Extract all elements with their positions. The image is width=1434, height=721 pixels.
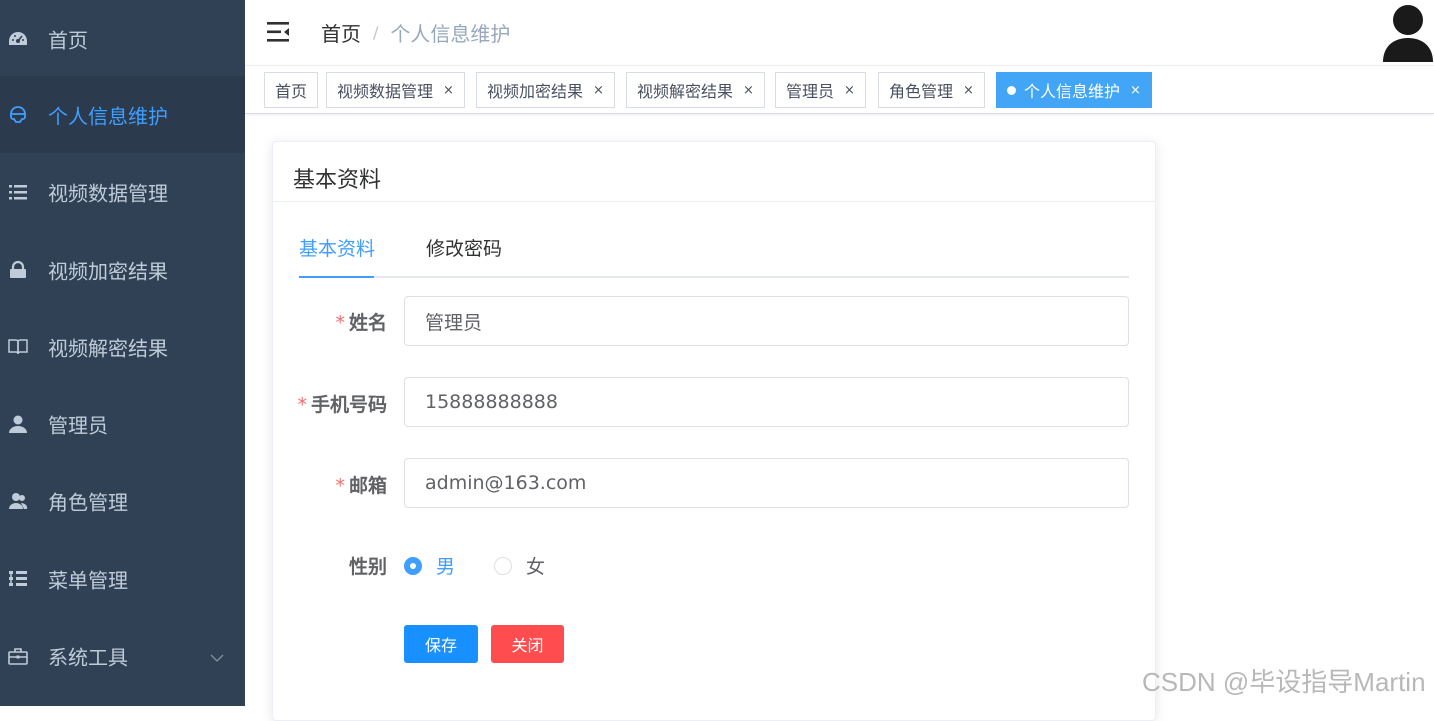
sidebar-item-video-encrypt[interactable]: 视频加密结果 [0,231,245,308]
sidebar-item-label: 视频解密结果 [48,336,168,360]
tag-roles[interactable]: 角色管理 × [878,72,985,108]
profile-tabs: 基本资料 修改密码 [299,234,1129,278]
close-button[interactable]: 关闭 [491,625,564,663]
radio-checked-icon [404,556,422,575]
tag-video-encrypt[interactable]: 视频加密结果 × [476,72,615,108]
hamburger-icon[interactable] [267,20,293,44]
email-label: * 邮箱 [335,471,387,498]
sidebar-item-roles[interactable]: 角色管理 [0,462,245,539]
close-icon[interactable]: × [443,83,454,98]
tag-label: 视频数据管理 [337,82,434,101]
breadcrumb-current: 个人信息维护 [390,22,511,46]
name-label: * 姓名 [335,308,387,335]
sidebar-item-label: 视频加密结果 [48,259,168,283]
gender-label: 性别 [349,552,387,579]
email-value: admin@163.com [425,472,587,494]
sidebar-item-label: 视频数据管理 [48,181,168,205]
close-icon[interactable]: × [593,83,604,98]
phone-value: 15888888888 [425,391,558,413]
save-button[interactable]: 保存 [404,625,478,663]
phone-input[interactable]: 15888888888 [404,377,1129,427]
gender-radio-female[interactable]: 女 [494,552,545,579]
sidebar: 首页 个人信息维护 视频数据管理 视频加密结果 视频解密结果 管理员 角色管理 … [0,0,245,706]
toolbox-icon [8,646,28,666]
breadcrumb-home[interactable]: 首页 [321,18,361,47]
tab-change-password[interactable]: 修改密码 [426,234,502,276]
sidebar-item-menu[interactable]: 菜单管理 [0,540,245,617]
list-icon [8,182,28,202]
profile-card: 基本资料 基本资料 修改密码 * 姓名 管理员 * 手机号码 15888888888… [272,141,1156,721]
name-label-text: 姓名 [348,312,387,334]
card-title: 基本资料 [293,168,382,193]
tab-label: 基本资料 [299,238,376,260]
radio-label: 女 [526,556,546,578]
sidebar-item-video-data[interactable]: 视频数据管理 [0,153,245,230]
breadcrumb-separator: / [373,23,379,42]
sidebar-item-label: 菜单管理 [48,568,128,592]
sidebar-item-label: 管理员 [48,413,108,437]
gender-radio-male[interactable]: 男 [404,552,455,579]
peoples-icon [8,491,28,511]
lock-icon [8,260,28,280]
close-icon[interactable]: × [1130,83,1141,98]
sidebar-item-label: 首页 [48,28,88,52]
sidebar-item-home[interactable]: 首页 [0,0,245,77]
navbar: 首页 / 个人信息维护 [245,0,1434,66]
tag-video-decrypt[interactable]: 视频解密结果 × [626,72,765,108]
phone-label-text: 手机号码 [310,394,387,416]
tree-table-icon [8,569,28,589]
close-icon[interactable]: × [963,83,974,98]
tag-profile[interactable]: 个人信息维护 × [996,72,1152,108]
required-mark: * [297,394,307,416]
email-label-text: 邮箱 [348,475,387,497]
sidebar-item-label: 个人信息维护 [48,104,168,128]
sidebar-item-system-tools[interactable]: 系统工具 [0,617,245,694]
required-mark: * [335,475,345,497]
tag-home[interactable]: 首页 [264,72,319,108]
tab-label: 修改密码 [426,238,503,260]
card-header: 基本资料 [273,142,1155,202]
sidebar-item-profile[interactable]: 个人信息维护 [0,76,245,153]
tab-active-bar [299,276,374,278]
dashboard-icon [8,29,28,49]
email-input[interactable]: admin@163.com [404,458,1129,508]
close-button-label: 关闭 [511,636,544,655]
radio-unchecked-icon [494,556,512,575]
close-icon[interactable]: × [844,83,855,98]
tags-view: 首页 视频数据管理 × 视频加密结果 × 视频解密结果 × 管理员 × 角色管理… [245,66,1434,114]
tag-admin[interactable]: 管理员 × [775,72,866,108]
tag-label: 视频解密结果 [637,82,734,101]
phone-label: * 手机号码 [297,390,387,417]
name-input[interactable]: 管理员 [404,296,1129,346]
required-mark: * [335,312,345,334]
sidebar-item-label: 系统工具 [48,645,128,669]
active-dot-icon [1007,85,1016,95]
user-icon [8,414,28,434]
tag-label: 首页 [275,82,308,101]
sidebar-item-admin[interactable]: 管理员 [0,385,245,462]
save-button-label: 保存 [424,636,457,655]
avatar[interactable] [1381,2,1434,62]
tab-basic-info[interactable]: 基本资料 [299,234,376,278]
book-icon [8,337,28,357]
breadcrumb: 首页 / 个人信息维护 [321,18,510,47]
tag-label: 视频加密结果 [487,82,584,101]
close-icon[interactable]: × [743,83,754,98]
tag-label: 管理员 [786,82,835,101]
user-profile-icon [8,105,28,125]
tag-video-data[interactable]: 视频数据管理 × [326,72,465,108]
gender-label-text: 性别 [348,556,387,578]
tag-label: 个人信息维护 [1024,82,1121,101]
watermark: CSDN @毕设指导Martin [1142,667,1426,697]
tag-label: 角色管理 [889,82,954,101]
radio-label: 男 [436,556,456,578]
sidebar-item-label: 角色管理 [48,490,128,514]
sidebar-item-video-decrypt[interactable]: 视频解密结果 [0,308,245,385]
chevron-down-icon[interactable] [210,644,224,668]
name-value: 管理员 [425,311,483,334]
